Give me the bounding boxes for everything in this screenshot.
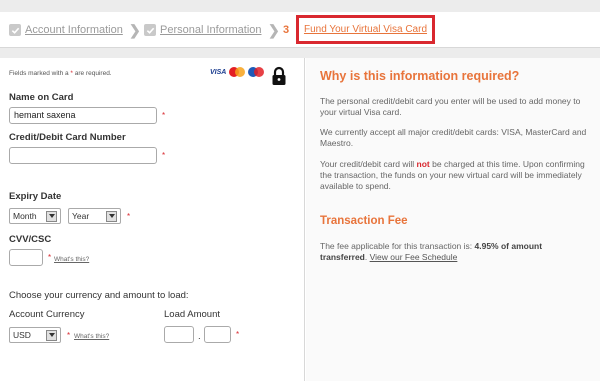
dropdown-arrow-icon: [46, 210, 57, 222]
month-select[interactable]: Month: [9, 208, 61, 224]
amount-whole-input[interactable]: [164, 326, 194, 343]
amount-separator: .: [198, 331, 201, 342]
account-currency-label: Account Currency: [9, 309, 85, 320]
info-paragraph-2: We currently accept all major credit/deb…: [320, 127, 587, 148]
expiry-date-label: Expiry Date: [9, 191, 62, 202]
name-on-card-input[interactable]: hemant saxena: [9, 107, 157, 124]
info-paragraph-1: The personal credit/debit card you enter…: [320, 96, 581, 117]
step-fund-card[interactable]: Fund Your Virtual Visa Card: [304, 24, 427, 35]
step-personal-information[interactable]: Personal Information: [144, 20, 262, 40]
currency-heading: Choose your currency and amount to load:: [9, 290, 189, 301]
step-account-information[interactable]: Account Information: [9, 20, 123, 40]
dropdown-arrow-icon: [46, 329, 57, 341]
cvv-input[interactable]: [9, 249, 43, 266]
mastercard-logo: [229, 67, 246, 77]
load-amount-label: Load Amount: [164, 309, 220, 320]
required-star: *: [48, 253, 52, 262]
required-star: *: [67, 331, 71, 340]
required-star: *: [127, 212, 131, 221]
card-number-label: Credit/Debit Card Number: [9, 132, 126, 143]
info-title: Why is this information required?: [320, 69, 520, 83]
required-star: *: [162, 151, 166, 160]
fee-schedule-link[interactable]: View our Fee Schedule: [370, 252, 458, 262]
amount-cents-input[interactable]: [204, 326, 231, 343]
chevron-right-icon: ❯: [268, 22, 280, 38]
card-logos: VISA: [210, 67, 265, 77]
info-paragraph-3: Your credit/debit card will not be charg…: [320, 159, 585, 191]
required-star: *: [162, 111, 166, 120]
checkmark-icon: [144, 24, 156, 36]
year-select[interactable]: Year: [68, 208, 121, 224]
fee-paragraph: The fee applicable for this transaction …: [320, 241, 543, 262]
step-link-label[interactable]: Account Information: [25, 24, 123, 36]
progress-steps: Account Information ❯ Personal Informati…: [0, 12, 600, 48]
dropdown-arrow-icon: [106, 210, 117, 222]
page: Account Information ❯ Personal Informati…: [0, 0, 600, 381]
card-form: Fields marked with a * are required. VIS…: [0, 58, 305, 381]
visa-logo: VISA: [210, 68, 227, 76]
cvv-label: CVV/CSC: [9, 234, 52, 245]
main-panel: Fields marked with a * are required. VIS…: [0, 58, 600, 381]
info-panel: Why is this information required? The pe…: [306, 58, 600, 381]
card-number-input[interactable]: [9, 147, 157, 164]
cvv-whats-this-link[interactable]: What's this?: [54, 256, 89, 263]
lock-icon: [272, 66, 286, 85]
chevron-right-icon: ❯: [129, 22, 141, 38]
maestro-logo: [248, 67, 265, 77]
currency-whats-this-link[interactable]: What's this?: [74, 333, 109, 340]
step-number: 3: [283, 24, 290, 36]
required-star: *: [236, 330, 240, 339]
currency-select[interactable]: USD: [9, 327, 61, 343]
required-note: Fields marked with a * are required.: [9, 70, 112, 77]
name-on-card-label: Name on Card: [9, 92, 74, 103]
fee-title: Transaction Fee: [320, 215, 408, 227]
checkmark-icon: [9, 24, 21, 36]
step-link-label[interactable]: Personal Information: [160, 24, 262, 36]
step-fund-card-highlight: Fund Your Virtual Visa Card: [296, 15, 435, 44]
